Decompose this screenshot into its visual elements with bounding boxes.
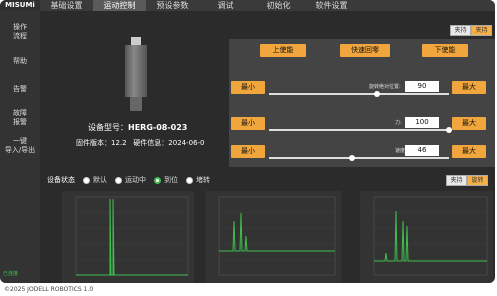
- device-model: 设备型号：HERG-08-023: [88, 123, 188, 132]
- top-toggle-right[interactable]: 夹持: [471, 25, 492, 36]
- tab-debug[interactable]: 调试: [199, 0, 252, 11]
- radio-label: 默认: [93, 176, 107, 184]
- slider-track[interactable]: [269, 129, 449, 131]
- plot-position: [62, 191, 194, 283]
- sidebar-item-alarm[interactable]: 告警: [0, 85, 40, 94]
- app-window: MISUMi 基础设置 运动控制 预设参数 调试 初始化 软件设置 操作 流程 …: [0, 0, 495, 283]
- connection-status: 已连接: [3, 271, 19, 277]
- status-radio[interactable]: 运动中: [115, 175, 146, 185]
- series-line: [76, 198, 188, 276]
- slider-min-button[interactable]: 最小: [231, 81, 265, 94]
- radio-dot-icon: [186, 176, 193, 184]
- slider-label: 力:: [395, 120, 402, 126]
- status-bar: 设备状态 默认 运动中 到位 堵转: [47, 175, 210, 186]
- tab-motion-control[interactable]: 运动控制: [93, 0, 146, 11]
- sidebar-item-fault[interactable]: 故障 报警: [0, 109, 40, 127]
- radio-dot-icon: [115, 176, 122, 184]
- chart-toggle-left[interactable]: 夹持: [446, 175, 467, 186]
- chart-mode-toggle[interactable]: 夹持 旋转: [446, 175, 488, 186]
- slider-thumb[interactable]: [374, 91, 380, 97]
- sidebar-item-workflow[interactable]: 操作 流程: [0, 23, 40, 41]
- slider-max-button[interactable]: 最大: [452, 145, 486, 158]
- slider-max-button[interactable]: 最大: [452, 117, 486, 130]
- radio-dot-icon: [83, 176, 90, 184]
- tab-preset-params[interactable]: 预设参数: [146, 0, 199, 11]
- plot-speed: [360, 191, 493, 283]
- control-panel: 上使能 快速回零 下使能 最小 最大 旋转绝对位置: 90 最小 最大 力: 100 最小 最大速…: [229, 39, 495, 167]
- down-enable-button[interactable]: 下使能: [422, 44, 468, 57]
- slider-track[interactable]: [269, 157, 449, 159]
- slider-value[interactable]: 90: [405, 81, 439, 92]
- series-line: [374, 210, 487, 262]
- sidebar-item-import-export[interactable]: 一键 导入/导出: [0, 137, 40, 155]
- footer-copyright: ©2025 JODELL ROBOTICS 1.0: [4, 286, 94, 293]
- up-enable-button[interactable]: 上使能: [260, 44, 306, 57]
- plot-force: [205, 191, 341, 283]
- sidebar-item-help[interactable]: 帮助: [0, 57, 40, 66]
- slider-track[interactable]: [269, 93, 449, 95]
- top-nav: 基础设置 运动控制 预设参数 调试 初始化 软件设置: [40, 0, 495, 11]
- tab-software-settings[interactable]: 软件设置: [305, 0, 358, 11]
- slider-max-button[interactable]: 最大: [452, 81, 486, 94]
- status-label: 设备状态: [47, 176, 75, 185]
- series-line: [219, 212, 335, 252]
- slider-value[interactable]: 100: [405, 117, 439, 128]
- slider-min-button[interactable]: 最小: [231, 145, 265, 158]
- radio-dot-icon: [154, 176, 161, 184]
- top-mode-toggle[interactable]: 夹持 夹持: [450, 25, 492, 36]
- quick-home-button[interactable]: 快速回零: [340, 44, 390, 57]
- slider-thumb[interactable]: [446, 127, 452, 133]
- slider-value[interactable]: 46: [405, 145, 439, 156]
- brand-logo: MISUMi: [0, 0, 40, 11]
- status-radio[interactable]: 到位: [154, 175, 178, 185]
- slider-min-button[interactable]: 最小: [231, 117, 265, 130]
- sidebar: 操作 流程 帮助 告警 故障 报警 一键 导入/导出 已连接: [0, 11, 40, 283]
- radio-label: 运动中: [125, 176, 146, 184]
- top-toggle-left[interactable]: 夹持: [450, 25, 471, 36]
- status-radio[interactable]: 堵转: [186, 175, 210, 185]
- device-versions: 固件版本：12.2 硬件信息：2024-06-0: [76, 139, 205, 147]
- slider-thumb[interactable]: [348, 155, 355, 161]
- slider-label: 旋转绝对位置:: [369, 84, 401, 90]
- main-panel: 设备型号：HERG-08-023 固件版本：12.2 硬件信息：2024-06-…: [40, 11, 495, 283]
- device-image: [122, 37, 150, 115]
- radio-label: 堵转: [196, 176, 210, 184]
- tab-init[interactable]: 初始化: [252, 0, 305, 11]
- tab-basic-settings[interactable]: 基础设置: [40, 0, 93, 11]
- status-radio[interactable]: 默认: [83, 175, 107, 185]
- radio-label: 到位: [164, 176, 178, 184]
- chart-toggle-right[interactable]: 旋转: [467, 175, 488, 186]
